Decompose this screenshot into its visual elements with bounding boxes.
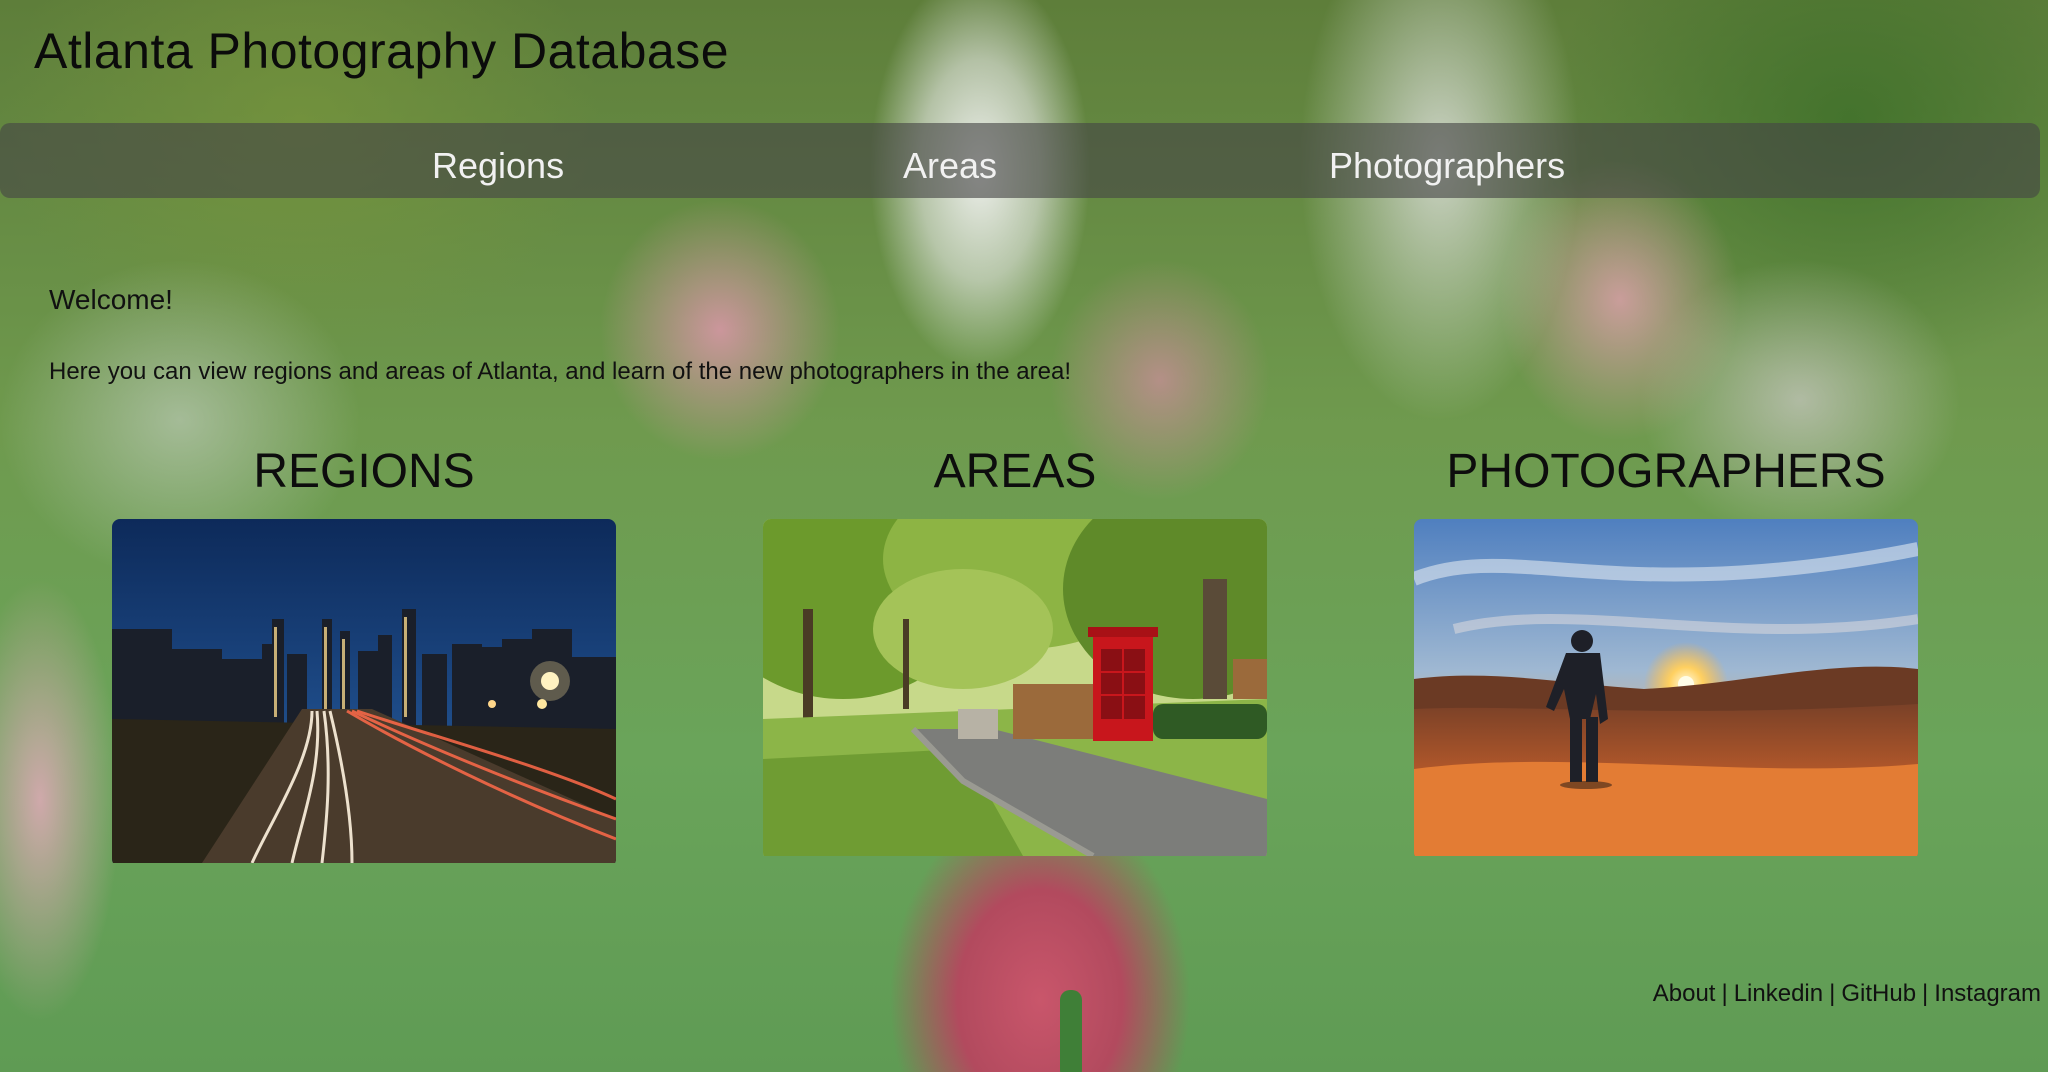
footer-link-linkedin[interactable]: Linkedin	[1734, 980, 1823, 1007]
welcome-heading: Welcome!	[49, 284, 173, 315]
background-flower-stem	[1060, 990, 1082, 1072]
nav-link-areas[interactable]: Areas	[903, 123, 997, 198]
regions-card: REGIONS	[112, 440, 616, 867]
footer-links: About | Linkedin | GitHub | Instagram	[1653, 980, 2041, 1008]
regions-card-title: REGIONS	[253, 445, 475, 498]
intro-text: Here you can view regions and areas of A…	[49, 358, 1071, 385]
nav-link-regions[interactable]: Regions	[432, 123, 564, 198]
photographers-image-link[interactable]	[1414, 519, 1918, 860]
nav-link-photographers[interactable]: Photographers	[1329, 123, 1565, 198]
footer-link-about[interactable]: About	[1653, 980, 1716, 1007]
footer-separator: |	[1721, 980, 1728, 1007]
areas-card: AREAS	[763, 440, 1267, 860]
photographers-card: PHOTOGRAPHERS	[1414, 440, 1918, 860]
photographers-card-title: PHOTOGRAPHERS	[1446, 445, 1886, 498]
atlanta-skyline-night-highway-photo	[112, 519, 616, 864]
areas-image-link[interactable]	[763, 519, 1267, 860]
site-title: Atlanta Photography Database	[34, 23, 730, 79]
footer-link-github[interactable]: GitHub	[1841, 980, 1916, 1007]
park-red-telephone-booth-photo	[763, 519, 1267, 859]
footer-separator: |	[1922, 980, 1929, 1007]
areas-card-title: AREAS	[933, 445, 1097, 498]
regions-image-link[interactable]	[112, 519, 616, 867]
footer-separator: |	[1829, 980, 1836, 1007]
footer-link-instagram[interactable]: Instagram	[1934, 980, 2041, 1007]
man-in-desert-sunset-photo	[1414, 519, 1918, 856]
navigation-bar: Regions Areas Photographers	[0, 123, 2040, 198]
